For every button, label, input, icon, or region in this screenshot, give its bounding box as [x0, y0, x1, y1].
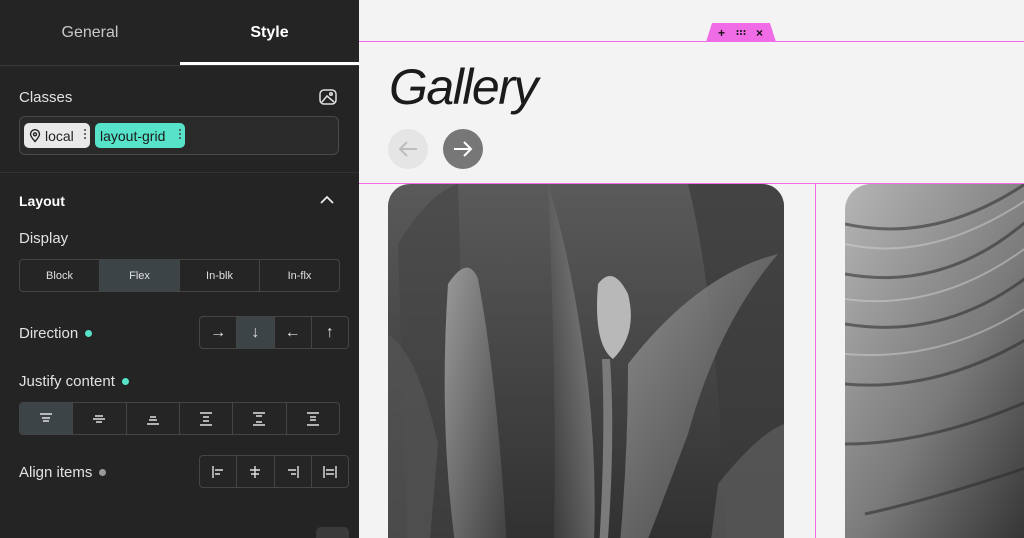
display-option-inline-block[interactable]: In-blk	[180, 260, 260, 291]
align-stretch-icon	[323, 465, 337, 478]
classes-input[interactable]: local layout-grid	[19, 116, 339, 155]
gallery-image-hair	[845, 184, 1024, 538]
class-chip-local[interactable]: local	[24, 123, 90, 148]
justify-content-label: Justify content	[19, 373, 129, 390]
justify-space-between-icon	[200, 411, 213, 426]
justify-space-around-button[interactable]	[233, 403, 287, 434]
align-center-icon	[250, 465, 261, 478]
tabs-divider	[0, 65, 359, 66]
justify-space-evenly-icon	[306, 411, 319, 426]
justify-space-evenly-button[interactable]	[287, 403, 339, 434]
justify-content-label-text: Justify content	[19, 373, 115, 390]
gallery-image-tulip	[388, 184, 784, 538]
display-toggle-group: Block Flex In-blk In-flx	[19, 259, 340, 292]
align-end-icon	[287, 465, 299, 478]
element-toolbar[interactable]: + ×	[706, 23, 776, 42]
align-items-label-text: Align items	[19, 464, 93, 481]
plus-icon[interactable]: +	[718, 26, 725, 40]
chevron-up-icon[interactable]	[318, 192, 336, 208]
align-stretch-button[interactable]	[312, 456, 348, 487]
align-end-button[interactable]	[275, 456, 312, 487]
direction-row-reverse-button[interactable]: ←	[275, 317, 312, 348]
direction-column-reverse-button[interactable]: ↑	[312, 317, 348, 348]
modified-indicator-dot	[121, 378, 129, 385]
direction-label-text: Direction	[19, 325, 79, 342]
display-option-inline-flex[interactable]: In-flx	[260, 260, 339, 291]
tab-general[interactable]: General	[0, 0, 180, 66]
justify-end-icon	[146, 415, 159, 425]
inherited-indicator-dot	[99, 469, 107, 476]
justify-start-button[interactable]	[20, 403, 74, 434]
editor-canvas: + × Gallery	[359, 0, 1024, 538]
justify-end-button[interactable]	[127, 403, 180, 434]
modified-indicator-dot	[85, 330, 93, 337]
display-option-block[interactable]: Block	[20, 260, 100, 291]
class-chip-layout-grid[interactable]: layout-grid	[95, 123, 185, 148]
justify-space-between-button[interactable]	[180, 403, 234, 434]
gallery-heading: Gallery	[389, 59, 538, 115]
tab-style[interactable]: Style	[180, 0, 359, 66]
align-start-button[interactable]	[200, 456, 238, 487]
layout-section-title: Layout	[19, 193, 65, 209]
chip-menu-icon[interactable]	[179, 129, 181, 141]
direction-row-button[interactable]: →	[200, 317, 238, 348]
justify-content-toggle-group	[19, 402, 340, 435]
map-pin-icon	[28, 128, 42, 143]
arrow-right-icon	[454, 141, 473, 157]
justify-center-icon	[93, 414, 106, 423]
classes-manager-icon[interactable]	[318, 87, 338, 107]
justify-start-icon	[40, 412, 53, 422]
class-chip-label: layout-grid	[100, 127, 166, 144]
justify-center-button[interactable]	[73, 403, 127, 434]
gallery-next-button[interactable]	[443, 129, 483, 169]
align-start-icon	[212, 465, 224, 478]
align-items-label: Align items	[19, 464, 107, 481]
justify-space-around-icon	[253, 411, 266, 426]
chip-menu-icon[interactable]	[84, 129, 86, 141]
classes-label: Classes	[19, 89, 73, 106]
align-items-toggle-group	[199, 455, 349, 488]
display-label: Display	[19, 230, 69, 247]
direction-toggle-group: → ↓ ← ↑	[199, 316, 349, 349]
selection-outline-column	[815, 183, 816, 538]
display-option-flex[interactable]: Flex	[100, 260, 180, 291]
direction-column-button[interactable]: ↓	[237, 317, 275, 348]
style-panel: General Style Classes local layout-grid	[0, 0, 359, 538]
panel-action-button[interactable]	[316, 527, 349, 538]
selection-outline-top	[359, 41, 1024, 42]
gallery-prev-button[interactable]	[388, 129, 428, 169]
close-icon[interactable]: ×	[756, 26, 763, 40]
class-chip-label: local	[45, 127, 74, 144]
section-divider	[0, 172, 359, 173]
arrow-left-icon	[398, 141, 417, 157]
panel-tabs: General Style	[0, 0, 359, 66]
align-center-button[interactable]	[237, 456, 275, 487]
direction-label: Direction	[19, 325, 93, 342]
